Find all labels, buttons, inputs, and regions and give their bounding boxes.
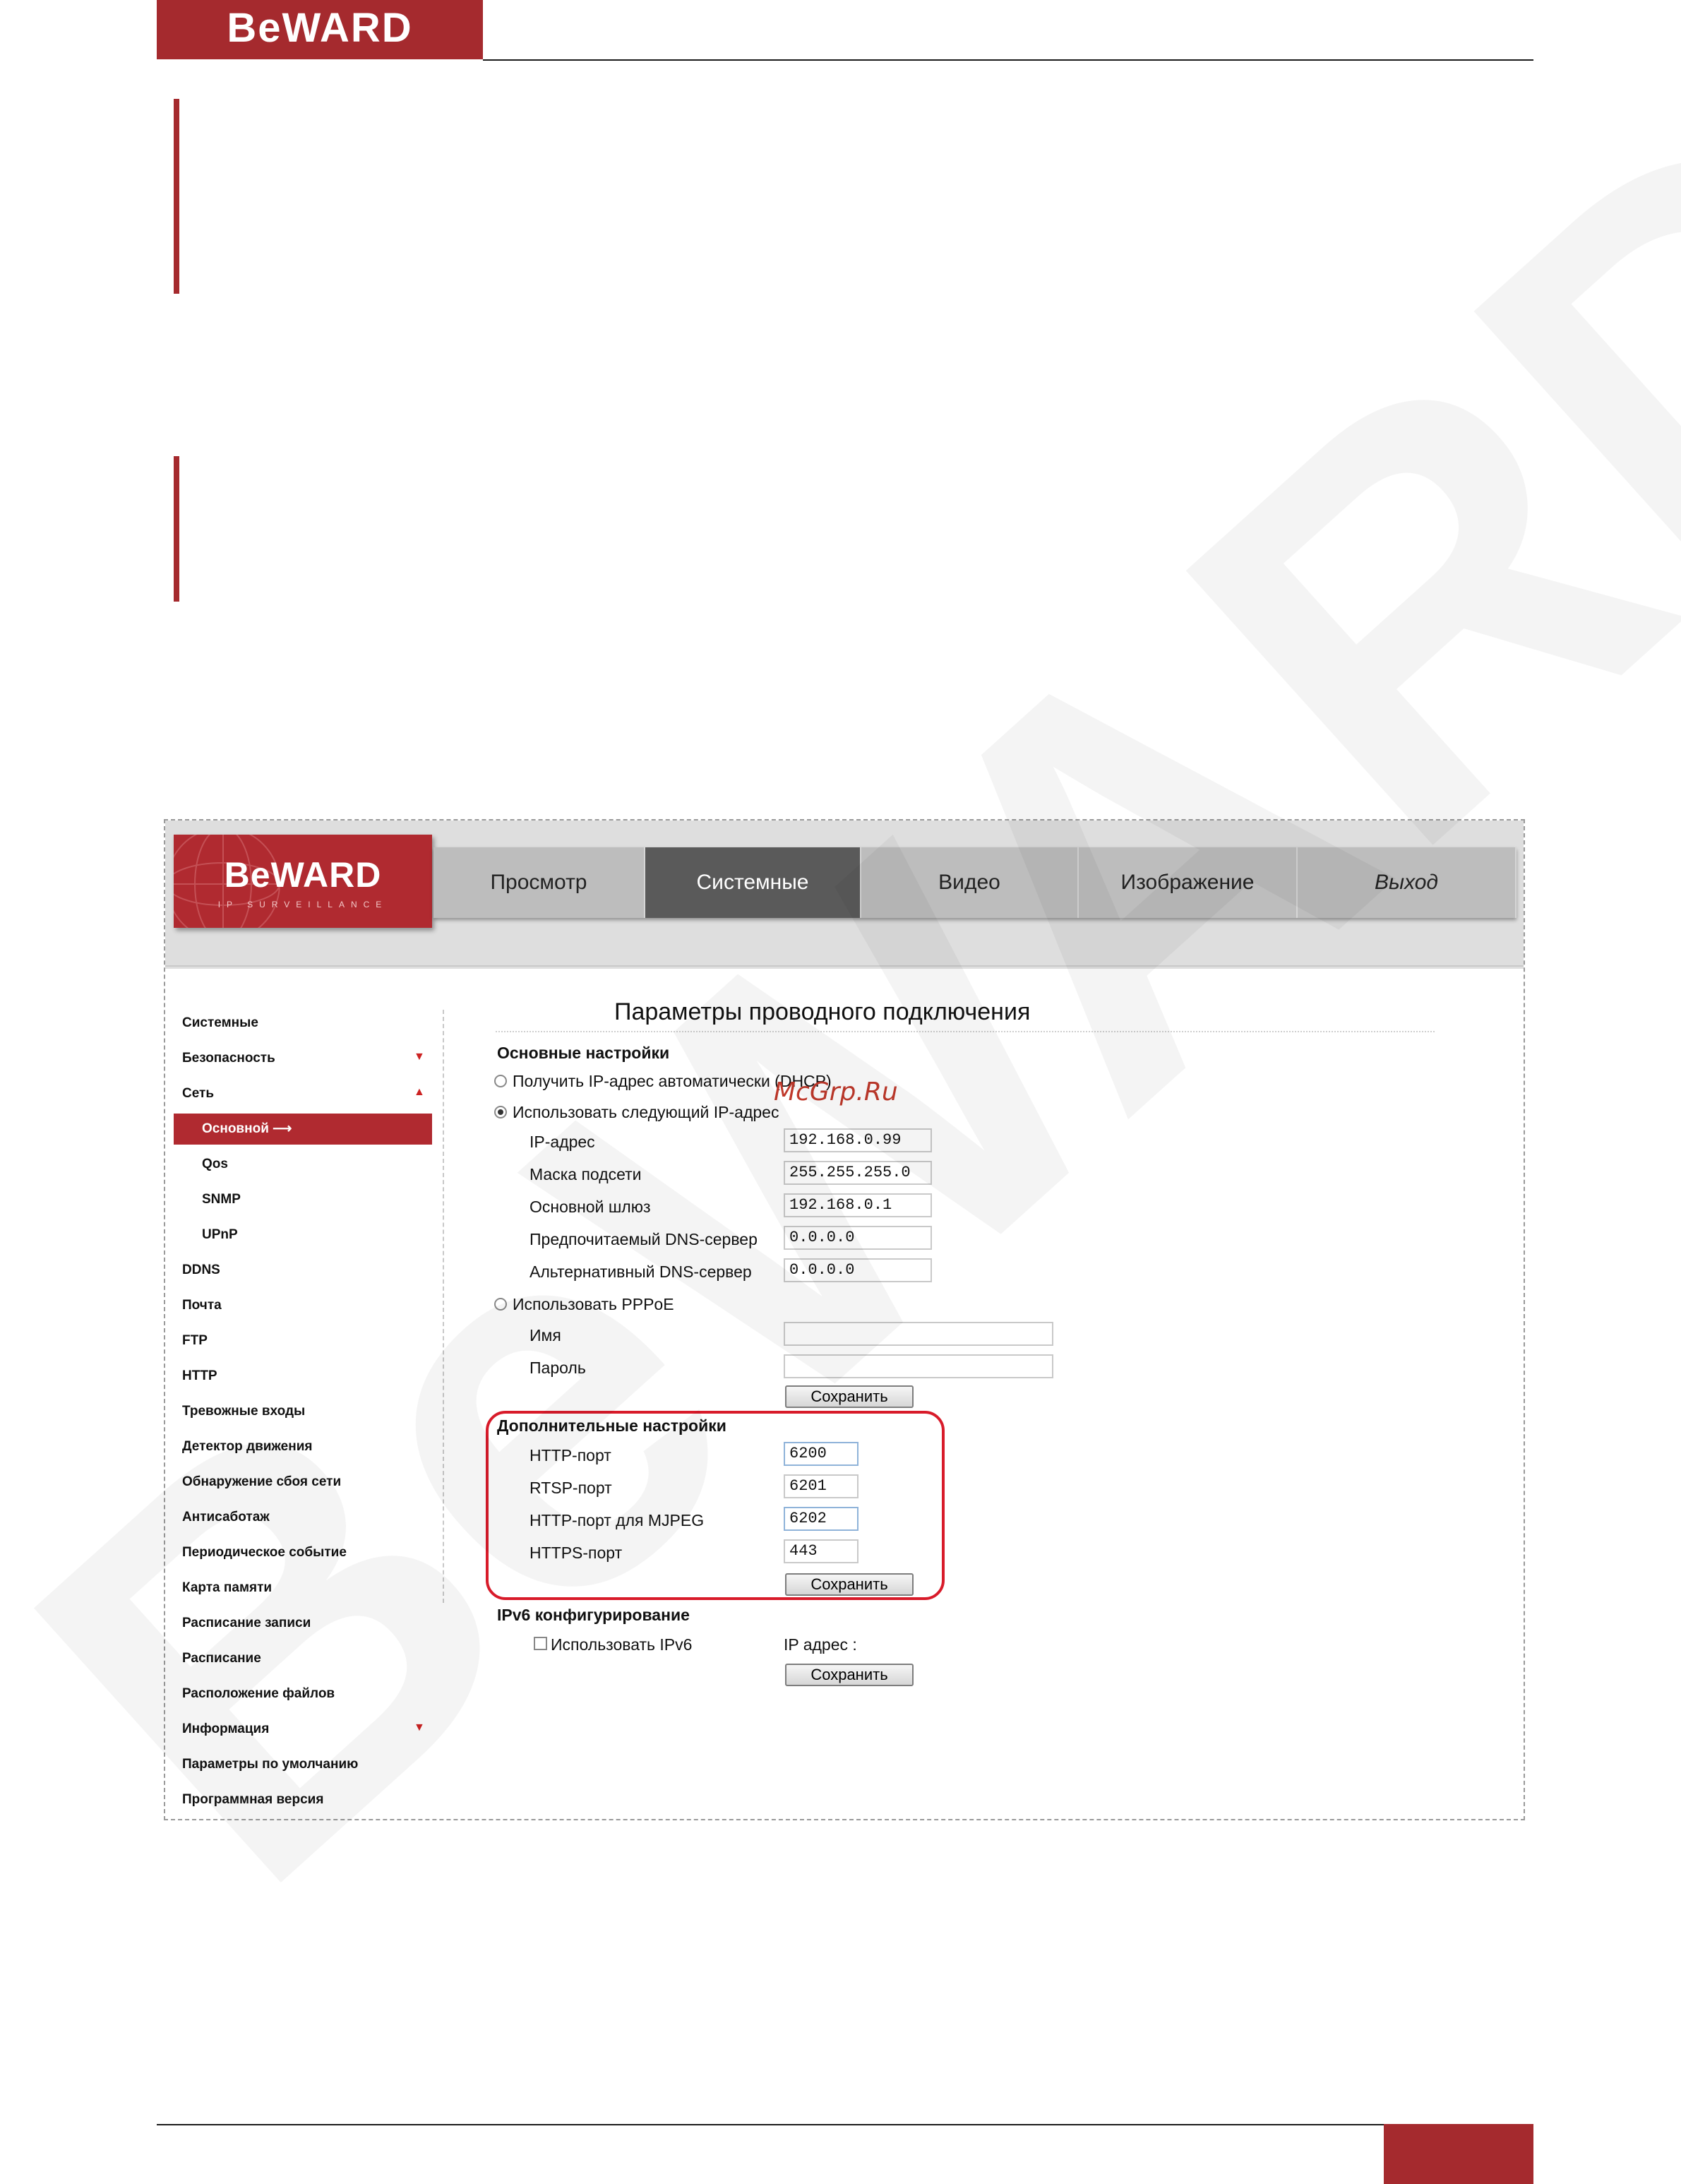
sidebar-item[interactable]: Тревожные входы	[182, 1401, 305, 1422]
pppoe-radio[interactable]	[494, 1298, 507, 1311]
camera-ui-screenshot: BeWARD IP SURVEILLANCE Просмотр Системные…	[164, 819, 1525, 1820]
top-navigation: Просмотр Системные Видео Изображение Выход	[433, 847, 1517, 918]
sidebar-item[interactable]: SNMP	[202, 1189, 241, 1210]
collapse-arrow-icon[interactable]: ▲	[414, 1086, 425, 1099]
sidebar-item[interactable]: FTP	[182, 1330, 208, 1351]
nav-tab-0[interactable]: Просмотр	[433, 847, 645, 918]
https-port-label: HTTPS-порт	[530, 1544, 623, 1562]
rtsp-port-input[interactable]: 6201	[784, 1474, 859, 1498]
page-title: Параметры проводного подключения	[614, 998, 1031, 1025]
sidebar-item[interactable]: Обнаружение сбоя сети	[182, 1472, 341, 1493]
sidebar-item[interactable]: DDNS	[182, 1260, 220, 1281]
sidebar-item[interactable]: Периодическое событие	[182, 1542, 347, 1563]
alternate-dns-input[interactable]: 0.0.0.0	[784, 1258, 932, 1282]
preferred-dns-label: Предпочитаемый DNS-сервер	[530, 1230, 758, 1248]
overlay-watermark-text: McGrp.Ru	[774, 1078, 898, 1106]
sidebar-item[interactable]: Расписание	[182, 1648, 261, 1669]
expand-arrow-icon[interactable]: ▼	[414, 1051, 425, 1063]
document-footer-rule	[157, 2124, 1384, 2125]
gateway-label: Основной шлюз	[530, 1198, 651, 1216]
rtsp-port-label: RTSP-порт	[530, 1479, 612, 1497]
sidebar-item[interactable]: Почта	[182, 1295, 222, 1316]
alternate-dns-label: Альтернативный DNS-сервер	[530, 1263, 752, 1281]
ipv6-address-label: IP адрес :	[784, 1635, 857, 1654]
ipv6-heading: IPv6 конфигурирование	[497, 1606, 690, 1624]
header-band-rule	[165, 965, 1524, 967]
nav-tab-3[interactable]: Изображение	[1079, 847, 1298, 918]
sidebar-item[interactable]: Программная версия	[182, 1789, 323, 1810]
pppoe-name-label: Имя	[530, 1326, 561, 1344]
dhcp-radio[interactable]	[494, 1075, 507, 1087]
sidebar-divider	[443, 1010, 444, 1603]
pppoe-password-input[interactable]	[784, 1354, 1053, 1378]
sidebar-item[interactable]: UPnP	[202, 1224, 238, 1246]
ipv6-checkbox[interactable]	[534, 1637, 547, 1650]
sidebar-item[interactable]: HTTP	[182, 1366, 217, 1387]
save-advanced-button[interactable]: Сохранить	[785, 1573, 914, 1596]
nav-tab-1[interactable]: Системные	[645, 847, 861, 918]
sidebar-item-label: Основной ⟶	[202, 1121, 292, 1136]
http-port-label: HTTP-порт	[530, 1446, 611, 1464]
document-header-rule	[483, 59, 1533, 61]
sidebar-item[interactable]: Сеть	[182, 1083, 214, 1104]
ipv6-checkbox-label: Использовать IPv6	[551, 1635, 693, 1654]
sidebar-item[interactable]: Карта памяти	[182, 1577, 272, 1599]
save-ipv6-button[interactable]: Сохранить	[785, 1664, 914, 1686]
document-logo-text: BeWARD	[227, 5, 413, 51]
ip-address-label: IP-адрес	[530, 1133, 595, 1151]
document-header-logo: BeWARD	[157, 0, 483, 59]
sidebar-item[interactable]: Детектор движения	[182, 1436, 312, 1457]
advanced-settings-heading: Дополнительные настройки	[497, 1416, 726, 1435]
sidebar-item[interactable]: Безопасность	[182, 1048, 275, 1069]
sidebar-item[interactable]: Расположение файлов	[182, 1683, 335, 1705]
preferred-dns-input[interactable]: 0.0.0.0	[784, 1226, 932, 1250]
sidebar-item-active[interactable]: Основной ⟶	[174, 1114, 432, 1145]
sidebar-item[interactable]: Информация	[182, 1719, 269, 1740]
http-port-input[interactable]: 6200	[784, 1442, 859, 1466]
sidebar-item[interactable]: Антисаботаж	[182, 1507, 270, 1528]
mjpeg-port-input[interactable]: 6202	[784, 1507, 859, 1531]
nav-tab-2[interactable]: Видео	[861, 847, 1079, 918]
camera-logo: BeWARD IP SURVEILLANCE	[174, 835, 432, 928]
pppoe-name-input[interactable]	[784, 1322, 1053, 1346]
document-accent-bar	[174, 99, 179, 294]
subnet-mask-label: Маска подсети	[530, 1165, 642, 1183]
sidebar-item[interactable]: Системные	[182, 1013, 258, 1034]
expand-arrow-icon[interactable]: ▼	[414, 1721, 425, 1734]
title-underline	[496, 1031, 1435, 1032]
basic-settings-heading: Основные настройки	[497, 1044, 670, 1062]
gateway-input[interactable]: 192.168.0.1	[784, 1193, 932, 1217]
static-ip-radio-label: Использовать следующий IP-адрес	[513, 1103, 779, 1121]
advanced-settings-highlight	[486, 1411, 945, 1600]
save-basic-button[interactable]: Сохранить	[785, 1385, 914, 1408]
sidebar-item[interactable]: Параметры по умолчанию	[182, 1754, 358, 1775]
subnet-mask-input[interactable]: 255.255.255.0	[784, 1161, 932, 1185]
static-ip-radio[interactable]	[494, 1106, 507, 1118]
document-accent-bar	[174, 456, 179, 602]
https-port-input[interactable]: 443	[784, 1539, 859, 1563]
document-footer-page-box	[1384, 2124, 1533, 2184]
camera-logo-text: BeWARD	[224, 855, 382, 895]
pppoe-password-label: Пароль	[530, 1359, 586, 1377]
pppoe-radio-label: Использовать PPPoE	[513, 1295, 674, 1313]
mjpeg-port-label: HTTP-порт для MJPEG	[530, 1511, 705, 1529]
nav-tab-4[interactable]: Выход	[1298, 847, 1517, 918]
camera-logo-subtitle: IP SURVEILLANCE	[217, 900, 388, 909]
sidebar-item[interactable]: Qos	[202, 1154, 228, 1175]
sidebar-item[interactable]: Расписание записи	[182, 1613, 311, 1634]
ip-address-input[interactable]: 192.168.0.99	[784, 1128, 932, 1152]
